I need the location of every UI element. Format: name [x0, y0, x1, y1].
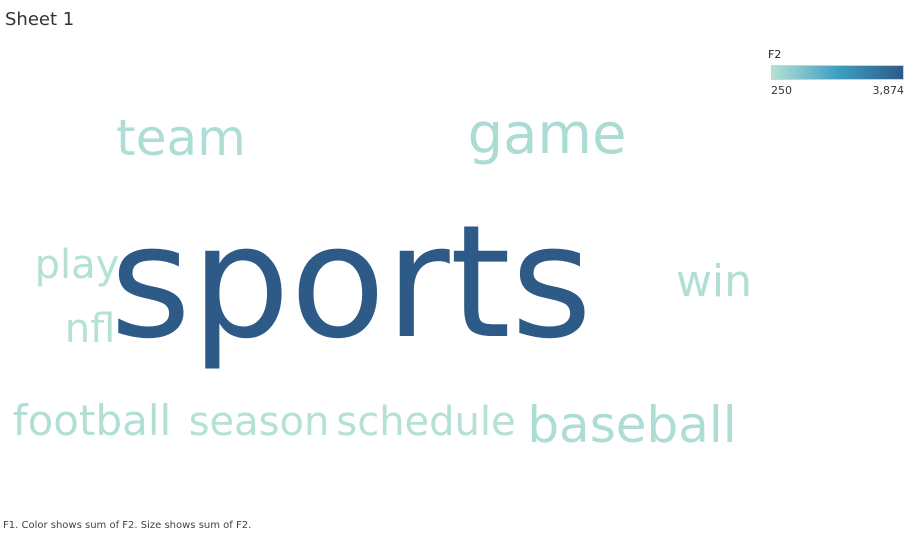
word-nfl[interactable]: nfl — [65, 306, 116, 352]
word-cloud[interactable]: sports game team baseball win football s… — [0, 0, 907, 536]
word-win[interactable]: win — [676, 256, 752, 307]
word-sports[interactable]: sports — [110, 191, 592, 373]
word-play[interactable]: play — [35, 242, 120, 288]
word-football[interactable]: football — [13, 396, 171, 445]
word-schedule[interactable]: schedule — [336, 399, 515, 445]
word-baseball[interactable]: baseball — [527, 396, 736, 454]
word-season[interactable]: season — [189, 399, 330, 445]
word-game[interactable]: game — [468, 102, 627, 167]
word-team[interactable]: team — [116, 109, 246, 167]
chart-footnote: F1. Color shows sum of F2. Size shows su… — [3, 520, 252, 531]
